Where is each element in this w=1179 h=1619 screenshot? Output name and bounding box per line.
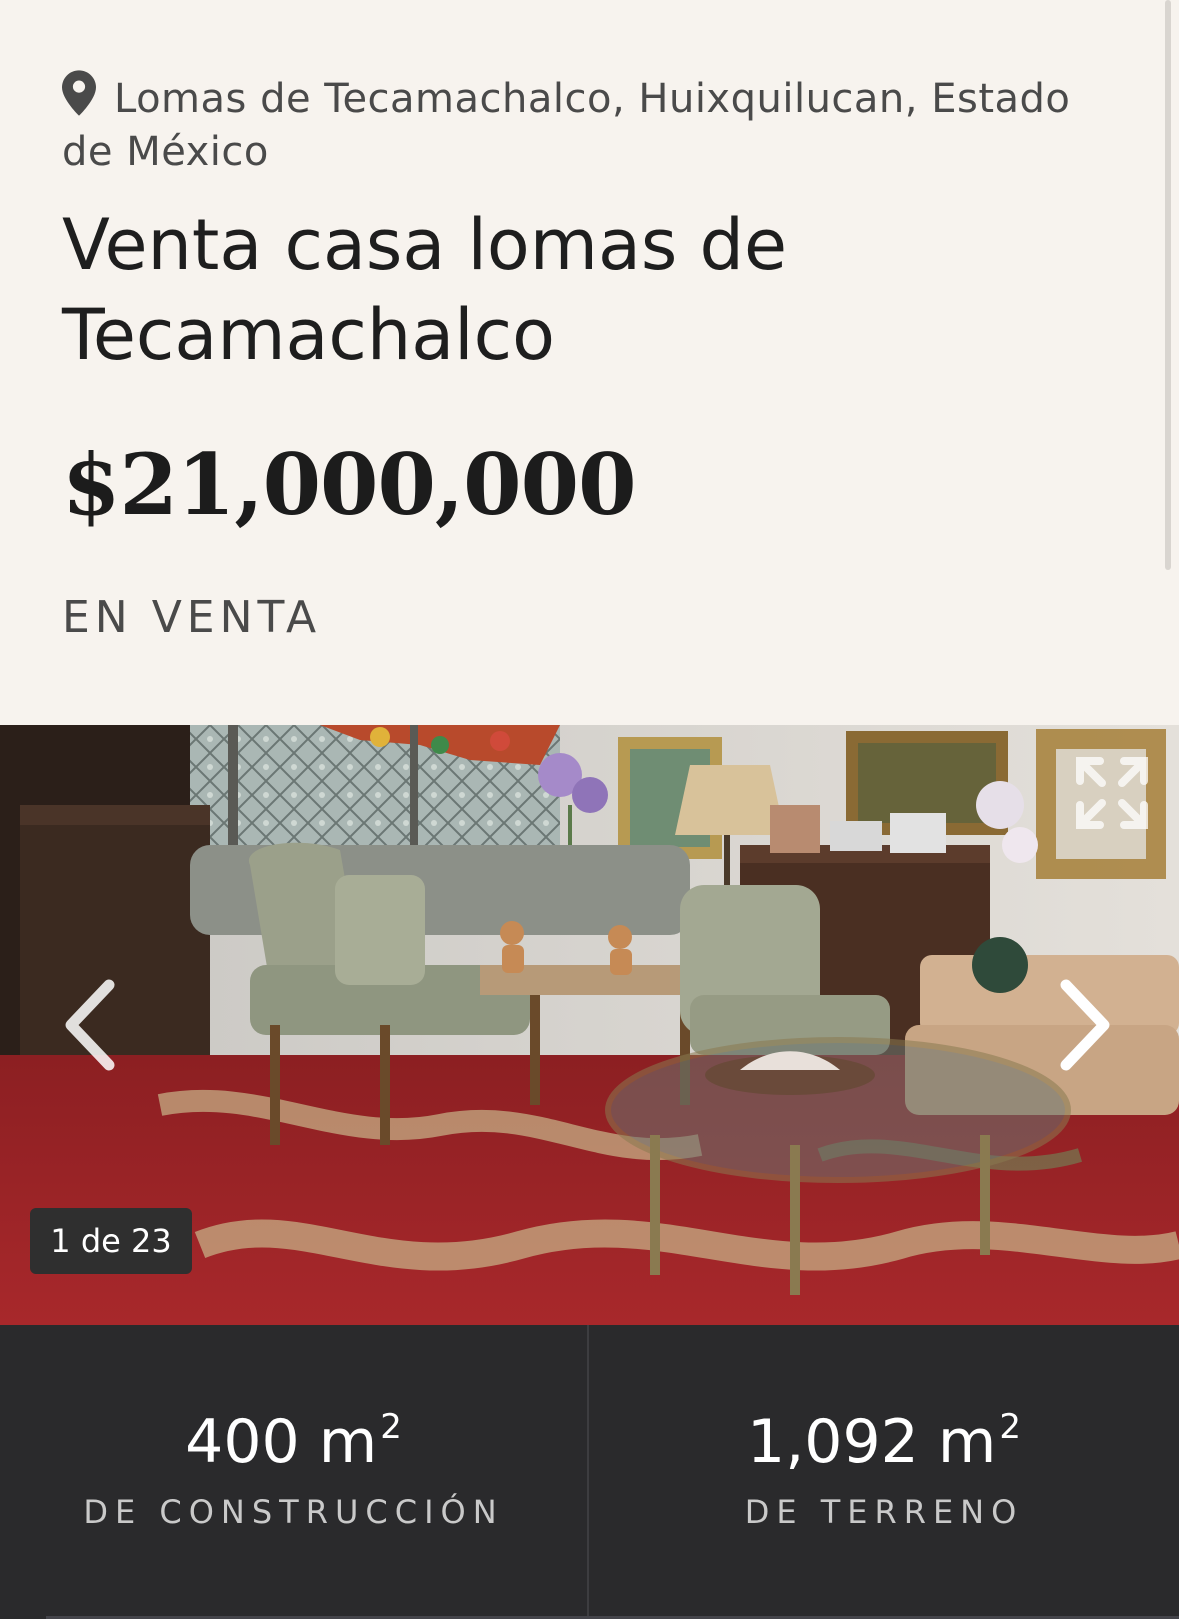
land-area: 1,092 m2 xyxy=(589,1407,1179,1477)
chevron-left-icon[interactable] xyxy=(55,977,125,1073)
construction-area: 400 m2 xyxy=(0,1407,587,1477)
listing-title: Venta casa lomas de Tecamachalco xyxy=(62,204,788,376)
land-label: DE TERRENO xyxy=(744,1493,1024,1531)
expand-icon[interactable] xyxy=(1072,753,1152,833)
listing-price: $21,000,000 xyxy=(62,435,637,534)
listing-location: Lomas de Tecamachalco, Huixquilucan, Est… xyxy=(62,70,1132,179)
land-value: 1,092 m xyxy=(747,1407,997,1477)
location-text: Lomas de Tecamachalco, Huixquilucan, Est… xyxy=(62,76,1071,175)
land-stat: 1,092 m2 DE TERRENO xyxy=(589,1325,1179,1619)
construction-stat: 400 m2 DE CONSTRUCCIÓN xyxy=(0,1325,587,1619)
listing-status: EN VENTA xyxy=(62,592,322,643)
photo-counter: 1 de 23 xyxy=(30,1208,192,1274)
scrollbar[interactable] xyxy=(1165,0,1171,570)
photo-carousel[interactable]: 1 de 23 xyxy=(0,725,1179,1325)
construction-label: DE CONSTRUCCIÓN xyxy=(83,1493,504,1531)
listing-header: Lomas de Tecamachalco, Huixquilucan, Est… xyxy=(0,0,1179,725)
construction-value: 400 m xyxy=(185,1407,378,1477)
map-pin-icon xyxy=(62,70,96,116)
chevron-right-icon[interactable] xyxy=(1050,977,1120,1073)
construction-unit-exponent: 2 xyxy=(380,1407,402,1447)
property-stats: 400 m2 DE CONSTRUCCIÓN 1,092 m2 DE TERRE… xyxy=(0,1325,1179,1619)
land-unit-exponent: 2 xyxy=(999,1407,1021,1447)
